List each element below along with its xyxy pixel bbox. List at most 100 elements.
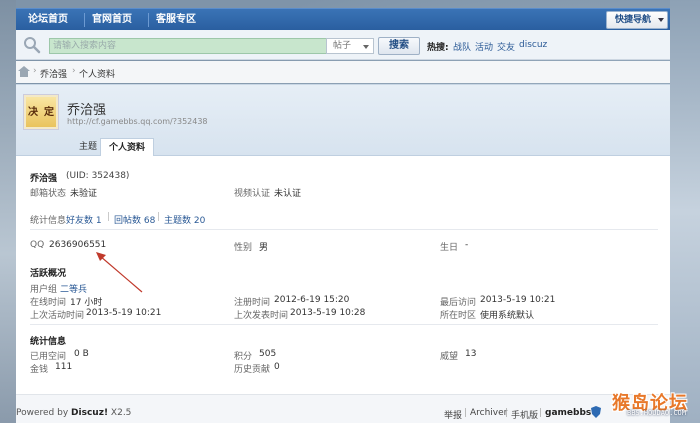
profile-content: 乔洽强 (UID: 352438) 邮箱状态 未验证 视频认证 未认证 统计信息… <box>16 156 670 394</box>
quick-nav-label: 快捷导航 <box>615 15 652 25</box>
nav-support[interactable]: 客服专区 <box>150 9 202 31</box>
email-status-label: 邮箱状态 <box>30 189 67 199</box>
points-value: 505 <box>259 349 277 359</box>
footer-separator: | <box>505 408 509 418</box>
last-visit-label: 最后访问 <box>440 298 477 308</box>
profile-url[interactable]: http://cf.gamebbs.qq.com/?352438 <box>67 117 208 126</box>
last-visit-value: 2013-5-19 10:21 <box>480 295 556 305</box>
video-verify-value: 未认证 <box>274 189 302 199</box>
footer-archiver-link[interactable]: Archiver <box>470 408 507 418</box>
gender-value: 男 <box>259 243 269 253</box>
breadcrumb-user[interactable]: 乔洽强 <box>40 67 67 80</box>
stat-separator: | <box>107 212 111 222</box>
footer-separator: | <box>539 408 543 418</box>
footer-mobile-link[interactable]: 手机版 <box>511 408 538 421</box>
last-post-label: 上次发表时间 <box>234 311 289 321</box>
gender-label: 性别 <box>234 243 253 253</box>
contribution-value: 0 <box>274 362 280 372</box>
prestige-label: 威望 <box>440 352 459 362</box>
contribution-label: 历史贡献 <box>234 365 271 375</box>
used-space-label: 已用空间 <box>30 352 67 362</box>
background-left-edge <box>0 0 16 423</box>
hot-link-event[interactable]: 活动 <box>475 40 493 53</box>
search-placeholder: 请输入搜索内容 <box>53 41 117 51</box>
home-icon[interactable] <box>18 66 30 77</box>
nav-separator <box>148 13 149 27</box>
hot-link-team[interactable]: 战队 <box>453 40 471 53</box>
nav-official-home[interactable]: 官网首页 <box>86 9 138 31</box>
footer-report-link[interactable]: 举报 <box>444 408 462 421</box>
money-label: 金钱 <box>30 365 49 375</box>
birthday-value: - <box>465 240 469 250</box>
search-type-select[interactable]: 帖子 <box>326 38 374 54</box>
online-time-label: 在线时间 <box>30 298 67 308</box>
section-divider <box>30 229 658 230</box>
footer-separator: | <box>464 408 468 418</box>
tab-profile[interactable]: 个人资料 <box>100 138 155 158</box>
birthday-label: 生日 <box>440 243 459 253</box>
powered-prefix: Powered by <box>16 408 69 418</box>
watermark: 猴岛论坛 BBS.HOUDAO.COM <box>582 389 692 419</box>
annotation-arrow <box>96 252 143 293</box>
reg-time-label: 注册时间 <box>234 298 271 308</box>
usergroup-value[interactable]: 二等兵 <box>60 282 87 295</box>
qq-value: 2636906551 <box>49 240 107 250</box>
timezone-label: 所在时区 <box>440 311 477 321</box>
stats-info-label: 统计信息 <box>30 216 67 226</box>
top-navbar: 论坛首页 官网首页 客服专区 快捷导航 <box>16 8 670 30</box>
prestige-value: 13 <box>465 349 477 359</box>
info-uid: (UID: 352438) <box>66 171 130 181</box>
points-label: 积分 <box>234 352 253 362</box>
qq-label: QQ <box>30 240 45 250</box>
online-time-value: 17 小时 <box>70 298 103 308</box>
timezone-value: 使用系统默认 <box>480 311 535 321</box>
profile-name: 乔洽强 <box>67 103 107 118</box>
search-type-value: 帖子 <box>333 41 352 51</box>
breadcrumb: › 乔洽强 › 个人资料 <box>16 61 670 83</box>
hot-search-label: 热搜: <box>427 43 449 53</box>
chevron-down-icon <box>658 18 664 22</box>
watermark-url: BBS.HOUDAO.COM <box>626 409 686 417</box>
video-verify-label: 视频认证 <box>234 189 271 199</box>
stats-section-title: 统计信息 <box>30 337 67 347</box>
avatar-char: 决 <box>28 107 38 118</box>
hot-link-discuz[interactable]: discuz <box>519 40 547 50</box>
nav-forum-home[interactable]: 论坛首页 <box>22 9 74 31</box>
last-active-label: 上次活动时间 <box>30 311 85 321</box>
breadcrumb-profile: 个人资料 <box>79 70 116 80</box>
threads-count-link[interactable]: 主题数 20 <box>164 213 205 226</box>
powered-by: Powered by Discuz! X2.5 <box>16 408 131 418</box>
money-value: 111 <box>55 362 73 372</box>
profile-header: 决 定 乔洽强 http://cf.gamebbs.qq.com/?352438… <box>16 84 670 158</box>
avatar-char: 定 <box>44 107 54 118</box>
usergroup-label: 用户组 <box>30 285 58 295</box>
background-right-edge <box>670 0 700 423</box>
reg-time-value: 2012-6-19 15:20 <box>274 295 350 305</box>
breadcrumb-separator: › <box>72 66 76 76</box>
search-bar: 请输入搜索内容 帖子 搜索 热搜: 战队 活动 交友 discuz <box>16 30 670 60</box>
breadcrumb-separator: › <box>33 66 37 76</box>
info-username: 乔洽强 <box>30 174 58 184</box>
stat-separator: | <box>157 212 161 222</box>
email-status-value: 未验证 <box>70 189 98 199</box>
search-icon <box>24 37 41 54</box>
quick-nav-button[interactable]: 快捷导航 <box>606 11 668 29</box>
search-input[interactable]: 请输入搜索内容 <box>49 38 341 54</box>
avatar-image: 决 定 <box>26 97 56 127</box>
used-space-value: 0 B <box>74 349 89 359</box>
nav-separator <box>84 13 85 27</box>
friends-count-link[interactable]: 好友数 1 <box>66 213 102 226</box>
powered-version: X2.5 <box>110 408 132 418</box>
hot-link-friends[interactable]: 交友 <box>497 40 515 53</box>
section-divider <box>30 324 658 325</box>
avatar[interactable]: 决 定 <box>23 94 59 130</box>
powered-brand[interactable]: Discuz! <box>71 408 108 418</box>
activity-section-title: 活跃概况 <box>30 269 67 279</box>
chevron-down-icon <box>363 45 369 49</box>
search-button[interactable]: 搜索 <box>378 37 420 55</box>
footer: Powered by Discuz! X2.5 举报 | Archiver | … <box>16 394 670 423</box>
page-container: 论坛首页 官网首页 客服专区 快捷导航 请输入搜索内容 帖子 搜索 热搜: 战队… <box>16 0 670 423</box>
last-active-value: 2013-5-19 10:21 <box>86 308 162 318</box>
replies-count-link[interactable]: 回帖数 68 <box>114 213 155 226</box>
last-post-value: 2013-5-19 10:28 <box>290 308 366 318</box>
